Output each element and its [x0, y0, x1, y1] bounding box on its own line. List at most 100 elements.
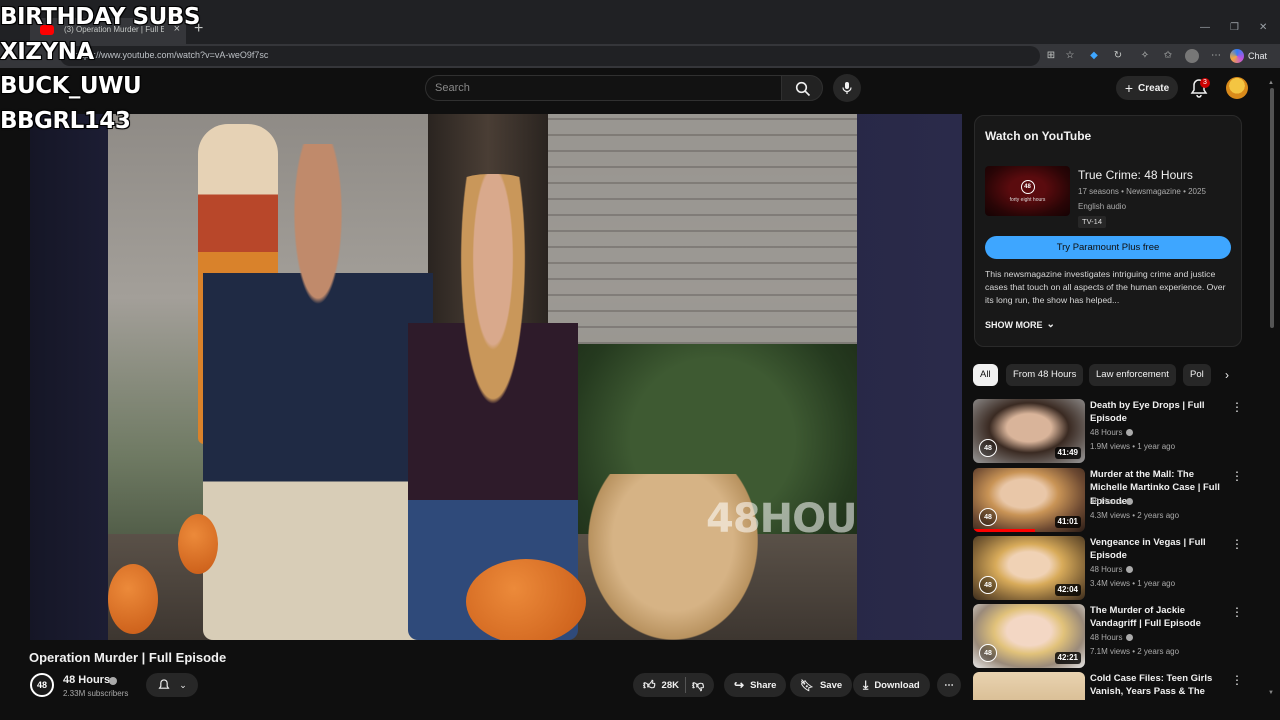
download-button[interactable]: ⤓ Download [853, 673, 930, 697]
page-scrollbar[interactable]: ▲ ▼ [1268, 80, 1276, 698]
scroll-down-icon[interactable]: ▼ [1268, 690, 1274, 696]
duration-badge: 41:01 [1054, 516, 1081, 528]
copilot-icon [1230, 49, 1244, 63]
video-title[interactable]: Vengeance in Vegas | Full Episode [1090, 536, 1225, 563]
app-available-icon[interactable]: ⊞ [1044, 49, 1058, 63]
favorite-star-icon[interactable]: ☆ [1063, 49, 1077, 63]
extension-icon[interactable]: ◆ [1087, 49, 1101, 63]
channel-name[interactable]: 48 Hours [63, 674, 110, 686]
man-figure [203, 144, 433, 640]
search-icon [795, 81, 811, 97]
chip-from-48-hours[interactable]: From 48 Hours [1006, 364, 1084, 386]
list-item[interactable]: 48 42:04 Vengeance in Vegas | Full Episo… [973, 536, 1243, 600]
thumbs-up-icon: 👍︎ [643, 677, 656, 692]
verified-icon [1126, 634, 1134, 641]
profile-icon[interactable] [1185, 49, 1199, 63]
chevron-right-icon[interactable]: › [1216, 364, 1238, 386]
like-button[interactable]: 👍︎ 28K [643, 678, 679, 693]
maximize-icon[interactable]: ❐ [1230, 22, 1239, 33]
video-thumbnail[interactable] [973, 672, 1085, 700]
plus-icon: + [1124, 80, 1134, 96]
overlay-line: XIZYNA [0, 38, 94, 65]
list-item[interactable]: 48 42:21 The Murder of Jackie Vandagriff… [973, 604, 1243, 668]
filter-chips: All From 48 Hours Law enforcement Pol [973, 364, 1241, 386]
save-button[interactable]: 🔖︎ Save [790, 673, 853, 697]
chip-pol[interactable]: Pol [1183, 364, 1211, 386]
chip-law-enforcement[interactable]: Law enforcement [1089, 364, 1176, 386]
view-stats: 3.4M views • 1 year ago [1090, 579, 1176, 588]
notification-count-badge: 3 [1200, 78, 1210, 88]
48-hours-watermark: 48HOURS [706, 496, 857, 542]
chip-all[interactable]: All [973, 364, 998, 386]
favorites-icon[interactable]: ✩ [1161, 49, 1175, 63]
refresh-extension-icon[interactable]: ↻ [1111, 49, 1125, 63]
share-icon: ↪ [734, 678, 745, 692]
voice-search-button[interactable] [833, 74, 861, 102]
bookmark-icon: 🔖︎ [800, 679, 814, 692]
show-more-button[interactable]: SHOW MORE ⌄ [985, 319, 1055, 330]
minimize-icon[interactable]: — [1200, 22, 1210, 33]
show-thumbnail[interactable]: 48 forty eight hours [985, 166, 1070, 216]
search-placeholder: Search [435, 82, 470, 94]
video-title: Operation Murder | Full Episode [29, 650, 227, 665]
video-thumbnail[interactable]: 48 41:49 [973, 399, 1085, 463]
video-title[interactable]: Death by Eye Drops | Full Episode [1090, 399, 1225, 426]
verified-icon [109, 677, 117, 685]
list-item[interactable]: 48 41:49 Death by Eye Drops | Full Episo… [973, 399, 1243, 463]
more-options-icon[interactable]: ⋮ [1231, 470, 1243, 482]
window-close-icon[interactable]: ✕ [1259, 22, 1267, 33]
channel-name[interactable]: 48 Hours [1090, 633, 1122, 642]
scroll-up-icon[interactable]: ▲ [1268, 80, 1274, 86]
channel-name[interactable]: 48 Hours [1090, 565, 1122, 574]
video-title[interactable]: The Murder of Jackie Vandagriff | Full E… [1090, 604, 1225, 631]
list-item[interactable]: Cold Case Files: Teen Girls Vanish, Year… [973, 672, 1241, 700]
channel-line: 48 Hours [1090, 633, 1134, 642]
watch-progress-bar [973, 529, 1035, 532]
video-player[interactable]: 48HOURS [30, 114, 962, 640]
channel-line: 48 Hours [1090, 565, 1134, 574]
show-title[interactable]: True Crime: 48 Hours [1078, 168, 1193, 182]
extensions-icon[interactable]: ✧ [1138, 49, 1152, 63]
overlay-line: BBGRL143 [0, 107, 131, 134]
chevron-down-icon: ⌄ [1046, 319, 1055, 330]
show-audio: English audio [1078, 202, 1127, 211]
show-meta: 17 seasons • Newsmagazine • 2025 [1078, 187, 1206, 196]
subscription-bell-button[interactable]: ⌄ [146, 673, 198, 697]
rating-badge: TV-14 [1078, 216, 1107, 228]
channel-logo-badge: 48 [979, 576, 997, 594]
channel-name[interactable]: 48 Hours [1090, 428, 1122, 437]
paramount-trial-button[interactable]: Try Paramount Plus free [985, 236, 1231, 259]
share-label: Share [750, 679, 777, 691]
share-button[interactable]: ↪ Share [724, 673, 787, 697]
video-thumbnail[interactable]: 48 41:01 [973, 468, 1085, 532]
more-options-icon[interactable]: ⋮ [1231, 674, 1241, 686]
dislike-button[interactable]: 👎︎ [692, 678, 704, 693]
account-avatar[interactable] [1226, 77, 1248, 99]
create-button[interactable]: + Create [1116, 76, 1178, 100]
video-thumbnail[interactable]: 48 42:21 [973, 604, 1085, 668]
more-options-icon[interactable]: ⋮ [1231, 538, 1243, 550]
verified-icon [1126, 429, 1134, 436]
overlay-line: BIRTHDAY SUBS [0, 4, 200, 30]
scrollbar-thumb[interactable] [1270, 88, 1274, 328]
more-menu-icon[interactable]: ⋯ [1209, 49, 1223, 63]
channel-name[interactable]: 48 Hours [1090, 497, 1122, 506]
thumbs-down-icon: 👎︎ [691, 677, 705, 692]
like-dislike-group: 👍︎ 28K 👎︎ [633, 673, 715, 697]
more-actions-button[interactable]: ⋯ [937, 673, 961, 697]
url-field[interactable]: https://www.youtube.com/watch?v=vA-weO9f… [60, 46, 1040, 66]
channel-logo-badge: 48 [979, 644, 997, 662]
video-title[interactable]: Cold Case Files: Teen Girls Vanish, Year… [1090, 672, 1225, 700]
channel-avatar[interactable]: 48 [30, 673, 54, 697]
search-input[interactable]: Search [425, 75, 781, 101]
more-options-icon[interactable]: ⋮ [1231, 606, 1243, 618]
view-stats: 4.3M views • 2 years ago [1090, 511, 1180, 520]
microphone-icon [842, 82, 852, 94]
search-button[interactable] [781, 75, 823, 101]
video-thumbnail[interactable]: 48 42:04 [973, 536, 1085, 600]
list-item[interactable]: 48 41:01 Murder at the Mall: The Michell… [973, 468, 1243, 532]
save-label: Save [819, 679, 843, 691]
chat-button[interactable]: Chat [1230, 47, 1267, 65]
duration-badge: 42:21 [1054, 652, 1081, 664]
more-options-icon[interactable]: ⋮ [1231, 401, 1243, 413]
